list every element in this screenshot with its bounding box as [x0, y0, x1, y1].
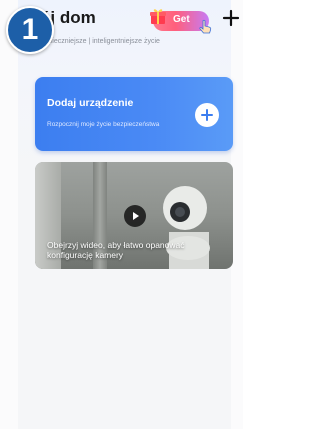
- add-device-subtitle: Rozpocznij moje życie bezpieczeństwa: [47, 121, 160, 128]
- get-reward-button[interactable]: Get: [150, 9, 212, 34]
- page-subtitle: ezpieczniejsze | inteligentniejsze życie: [41, 38, 160, 45]
- add-device-card[interactable]: Dodaj urządzenie Rozpocznij moje życie b…: [35, 77, 233, 151]
- add-icon[interactable]: [222, 9, 240, 27]
- left-margin: [0, 0, 18, 429]
- plus-icon: [201, 109, 213, 121]
- step-number-badge: 1: [6, 6, 54, 54]
- gift-icon: [150, 9, 166, 24]
- play-button[interactable]: [124, 205, 146, 227]
- play-icon: [133, 212, 139, 220]
- app-screen: ój dom ezpieczniejsze | inteligentniejsz…: [0, 0, 243, 429]
- hand-pointer-icon: [199, 19, 212, 34]
- add-device-button[interactable]: [195, 103, 219, 127]
- video-caption: Obejrzyj wideo, aby łatwo opanować konfi…: [47, 240, 185, 260]
- add-device-title: Dodaj urządzenie: [47, 97, 134, 109]
- get-label: Get: [173, 14, 190, 25]
- video-tutorial-card[interactable]: Obejrzyj wideo, aby łatwo opanować konfi…: [35, 162, 233, 269]
